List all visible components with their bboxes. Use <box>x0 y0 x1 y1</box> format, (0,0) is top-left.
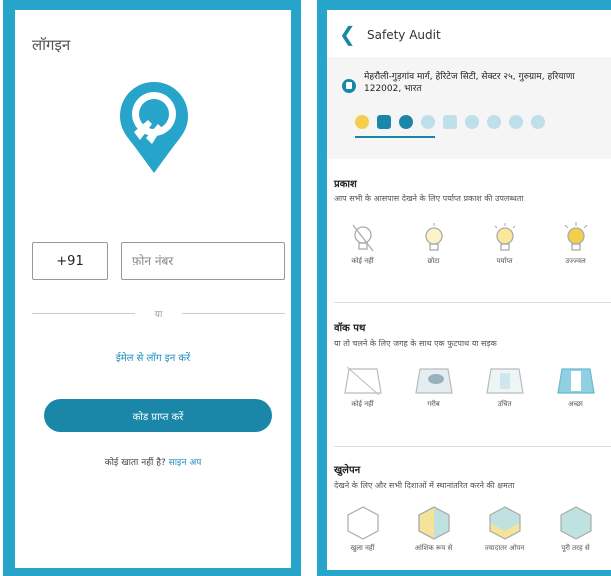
location-block: मेहरौली-गुड़गांव मार्ग, हेरिटेज सिटी, से… <box>327 59 611 159</box>
bus-icon[interactable] <box>443 115 457 129</box>
option-label: छोटा <box>427 257 440 265</box>
or-label: या <box>154 309 163 320</box>
option-label: पर्याप्त <box>496 257 513 265</box>
walkpath-option[interactable]: अच्छा <box>540 365 611 409</box>
option-label: अच्छा <box>568 400 583 408</box>
email-login-link[interactable]: ईमेल से लॉग इन करें <box>15 350 291 364</box>
section-divider <box>334 446 611 447</box>
option-label: आंशिक रूप से <box>414 544 453 552</box>
back-arrow-icon[interactable]: ❮ <box>339 24 356 44</box>
audit-phone-frame: ❮ Safety Audit मेहरौली-गुड़गांव मार्ग, ह… <box>317 0 611 576</box>
path-poor-icon <box>414 368 453 394</box>
option-label: पूरी तरह से <box>561 544 590 552</box>
openness-option[interactable]: आंशिक रूप से <box>398 505 469 553</box>
lighting-options: कोई नहीं छोटा पर्याप्त उज्ज्वल <box>327 222 611 266</box>
lighting-option[interactable]: कोई नहीं <box>327 222 398 266</box>
option-label: ज्यादातर ओपन <box>484 544 525 552</box>
app-header: ❮ Safety Audit <box>327 10 611 59</box>
openness-options: खुला नहीं आंशिक रूप से ज्यादातर ओपन पूरी… <box>327 505 611 553</box>
country-code-selector[interactable]: +91 <box>32 242 108 280</box>
hexagon-mostly-open-icon <box>488 506 521 540</box>
option-label: उज्ज्वल <box>565 257 586 265</box>
location-pin-icon <box>342 79 356 93</box>
lighting-option[interactable]: पर्याप्त <box>469 222 540 266</box>
option-label: कोई नहीं <box>351 257 374 265</box>
or-divider: या <box>32 303 285 323</box>
walkpath-option[interactable]: गरीब <box>398 365 469 409</box>
walkpath-option[interactable]: उचित <box>469 365 540 409</box>
openness-option[interactable]: खुला नहीं <box>327 505 398 553</box>
audit-screen: ❮ Safety Audit मेहरौली-गुड़गांव मार्ग, ह… <box>327 10 611 570</box>
path-good-icon <box>556 368 595 394</box>
app-logo-icon <box>120 82 188 173</box>
lighting-option[interactable]: उज्ज्वल <box>540 222 611 266</box>
phone-number-input[interactable] <box>121 242 285 280</box>
walkpath-option[interactable]: कोई नहीं <box>327 365 398 409</box>
lighting-desc: आप सभी के आसपास देखने के लिए पर्याप्त प्… <box>334 194 524 203</box>
option-label: उचित <box>497 400 512 408</box>
hexagon-closed-icon <box>346 506 379 540</box>
address-text: मेहरौली-गुड़गांव मार्ग, हेरिटेज सिटी, से… <box>364 72 575 94</box>
section-divider <box>334 302 611 303</box>
lighting-option[interactable]: छोटा <box>398 222 469 266</box>
path-none-icon <box>343 366 382 396</box>
hexagon-partial-icon <box>417 506 450 540</box>
lightbulb-off-icon <box>351 224 374 252</box>
active-tab-indicator <box>355 136 435 138</box>
lighting-title: प्रकाश <box>334 179 357 190</box>
hexagon-icon[interactable] <box>399 115 413 129</box>
option-label: कोई नहीं <box>351 400 374 408</box>
signup-link[interactable]: साइन अप <box>169 458 202 468</box>
login-screen: लॉगइन +91 या ईमेल से लॉग इन करें कोड प्र… <box>15 10 291 568</box>
page-title: लॉगइन <box>32 36 71 54</box>
people-icon[interactable] <box>421 115 435 129</box>
signup-prompt: कोई खाता नहीं है? साइन अप <box>15 455 291 468</box>
lightbulb-bright-icon <box>564 222 587 251</box>
crowd-icon[interactable] <box>487 115 501 129</box>
openness-title: खुलेपन <box>334 465 361 476</box>
road-icon[interactable] <box>377 115 391 129</box>
walkpath-options: कोई नहीं गरीब उचित अच्छा <box>327 365 611 409</box>
walkpath-desc: या तो चलने के लिए जगह के साथ एक फुटपाथ य… <box>334 339 497 348</box>
divider-line <box>182 312 285 314</box>
lightbulb-medium-icon <box>494 223 515 251</box>
divider-line <box>32 312 135 314</box>
lightbulb-icon[interactable] <box>355 115 369 129</box>
page-title: Safety Audit <box>367 28 441 42</box>
option-label: गरीब <box>427 400 440 408</box>
family-icon[interactable] <box>509 115 523 129</box>
get-code-button[interactable]: कोड प्राप्त करें <box>44 399 272 432</box>
option-label: खुला नहीं <box>350 544 375 552</box>
openness-desc: देखने के लिए और सभी दिशाओं में स्थानांतर… <box>334 481 515 490</box>
category-tabs <box>355 115 545 129</box>
face-icon[interactable] <box>531 115 545 129</box>
path-fair-icon <box>485 368 524 394</box>
guard-icon[interactable] <box>465 115 479 129</box>
openness-option[interactable]: ज्यादातर ओपन <box>469 505 540 553</box>
no-account-text: कोई खाता नहीं है? <box>104 458 166 468</box>
login-phone-frame: लॉगइन +91 या ईमेल से लॉग इन करें कोड प्र… <box>3 0 301 576</box>
hexagon-open-icon <box>559 506 592 540</box>
lightbulb-dim-icon <box>424 223 443 251</box>
openness-option[interactable]: पूरी तरह से <box>540 505 611 553</box>
walkpath-title: वॉक पथ <box>334 323 366 334</box>
